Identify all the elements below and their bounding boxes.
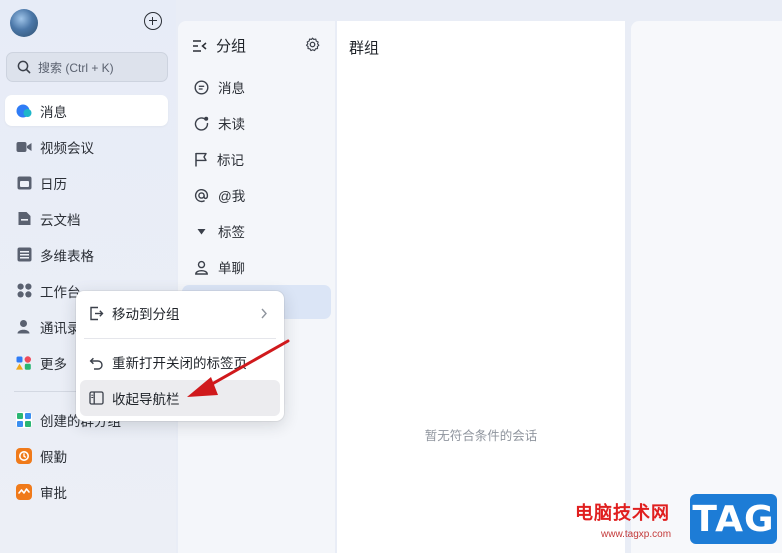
search-icon <box>17 60 31 74</box>
chat-content-area <box>631 21 782 553</box>
groups-header: 分组 <box>192 35 246 56</box>
nav-item-messages[interactable]: 消息 <box>5 95 168 126</box>
person-icon <box>195 260 208 275</box>
user-avatar[interactable] <box>10 9 38 37</box>
nav-item-video-meeting[interactable]: 视频会议 <box>5 131 168 162</box>
gear-icon[interactable] <box>305 37 320 52</box>
group-item-label: @我 <box>218 189 246 204</box>
nav-item-label: 多维表格 <box>40 248 94 264</box>
group-item-label: 标记 <box>217 153 244 168</box>
group-item-label: 标签 <box>218 225 245 240</box>
menu-item-label: 收起导航栏 <box>112 392 180 407</box>
menu-item-label: 移动到分组 <box>112 307 180 322</box>
nav-app-label: 假勤 <box>40 449 67 465</box>
menu-divider <box>84 338 276 339</box>
nav-item-label: 通讯录 <box>40 320 81 336</box>
cloud-doc-icon <box>16 211 32 227</box>
menu-item-collapse-navbar[interactable]: 收起导航栏 <box>80 380 280 416</box>
context-menu: 移动到分组 重新打开关闭的标签页 收起导航栏 <box>76 291 284 421</box>
left-navigation: 搜索 (Ctrl + K) 消息 视频会议 日历 云文档 多维表格 工作台 通讯… <box>0 0 176 553</box>
group-item-unread[interactable]: 未读 <box>182 106 331 140</box>
group-item-single-chat[interactable]: 单聊 <box>182 250 331 284</box>
conversation-list: 群组 暂无符合条件的会话 <box>337 21 625 553</box>
approval-icon <box>16 483 32 500</box>
menu-item-move-to-group[interactable]: 移动到分组 <box>80 295 280 331</box>
search-placeholder: 搜索 (Ctrl + K) <box>38 60 114 75</box>
unread-icon <box>194 116 209 131</box>
nav-item-cloud-docs[interactable]: 云文档 <box>5 203 168 234</box>
chat-bubble-icon <box>194 79 209 95</box>
conversation-list-title: 群组 <box>349 40 380 57</box>
search-box[interactable]: 搜索 (Ctrl + K) <box>6 52 168 82</box>
group-app-icon <box>16 411 32 428</box>
more-icon <box>16 355 32 371</box>
table-icon <box>16 247 32 263</box>
leave-icon <box>16 447 32 464</box>
group-item-label: 消息 <box>218 81 245 96</box>
group-item-messages[interactable]: 消息 <box>182 70 331 104</box>
undo-icon <box>89 357 103 370</box>
contacts-icon <box>16 319 32 335</box>
nav-app-approval[interactable]: 审批 <box>5 476 168 507</box>
flag-icon <box>195 152 207 166</box>
group-item-label: 未读 <box>218 117 245 132</box>
nav-item-label: 云文档 <box>40 212 81 228</box>
nav-item-label: 日历 <box>40 176 67 192</box>
group-item-tags[interactable]: 标签 <box>182 214 331 248</box>
nav-item-calendar[interactable]: 日历 <box>5 167 168 198</box>
message-icon <box>16 103 32 119</box>
video-icon <box>16 139 32 155</box>
calendar-icon <box>16 175 32 191</box>
collapse-panel-icon[interactable] <box>192 39 208 53</box>
group-item-mentions[interactable]: @我 <box>182 178 331 212</box>
chevron-right-icon <box>261 308 267 319</box>
nav-item-label: 视频会议 <box>40 140 94 156</box>
group-item-flagged[interactable]: 标记 <box>182 142 331 176</box>
at-icon <box>194 188 209 202</box>
move-to-icon <box>90 306 104 320</box>
nav-app-leave[interactable]: 假勤 <box>5 440 168 471</box>
nav-app-label: 审批 <box>40 485 67 501</box>
watermark-text: 电脑技术网 <box>575 503 670 523</box>
watermark-badge: TAG <box>690 494 777 544</box>
tag-arrow-icon <box>197 228 206 234</box>
menu-item-label: 重新打开关闭的标签页 <box>112 356 247 371</box>
nav-item-label: 工作台 <box>40 284 81 300</box>
sidebar-collapse-icon <box>89 391 104 405</box>
group-panel: 分组 消息 未读 标记 @我 标签 单聊 <box>178 21 335 553</box>
watermark-url: www.tagxp.com <box>601 529 672 540</box>
nav-item-label: 消息 <box>40 104 67 120</box>
menu-item-reopen-closed-tab[interactable]: 重新打开关闭的标签页 <box>80 344 280 380</box>
empty-state-text: 暂无符合条件的会话 <box>424 429 538 443</box>
nav-item-label: 更多 <box>40 356 67 372</box>
group-item-label: 单聊 <box>218 261 245 276</box>
workspace-icon <box>16 283 32 299</box>
groups-title: 分组 <box>216 38 247 55</box>
nav-item-multi-table[interactable]: 多维表格 <box>5 239 168 270</box>
add-button[interactable] <box>144 12 162 30</box>
